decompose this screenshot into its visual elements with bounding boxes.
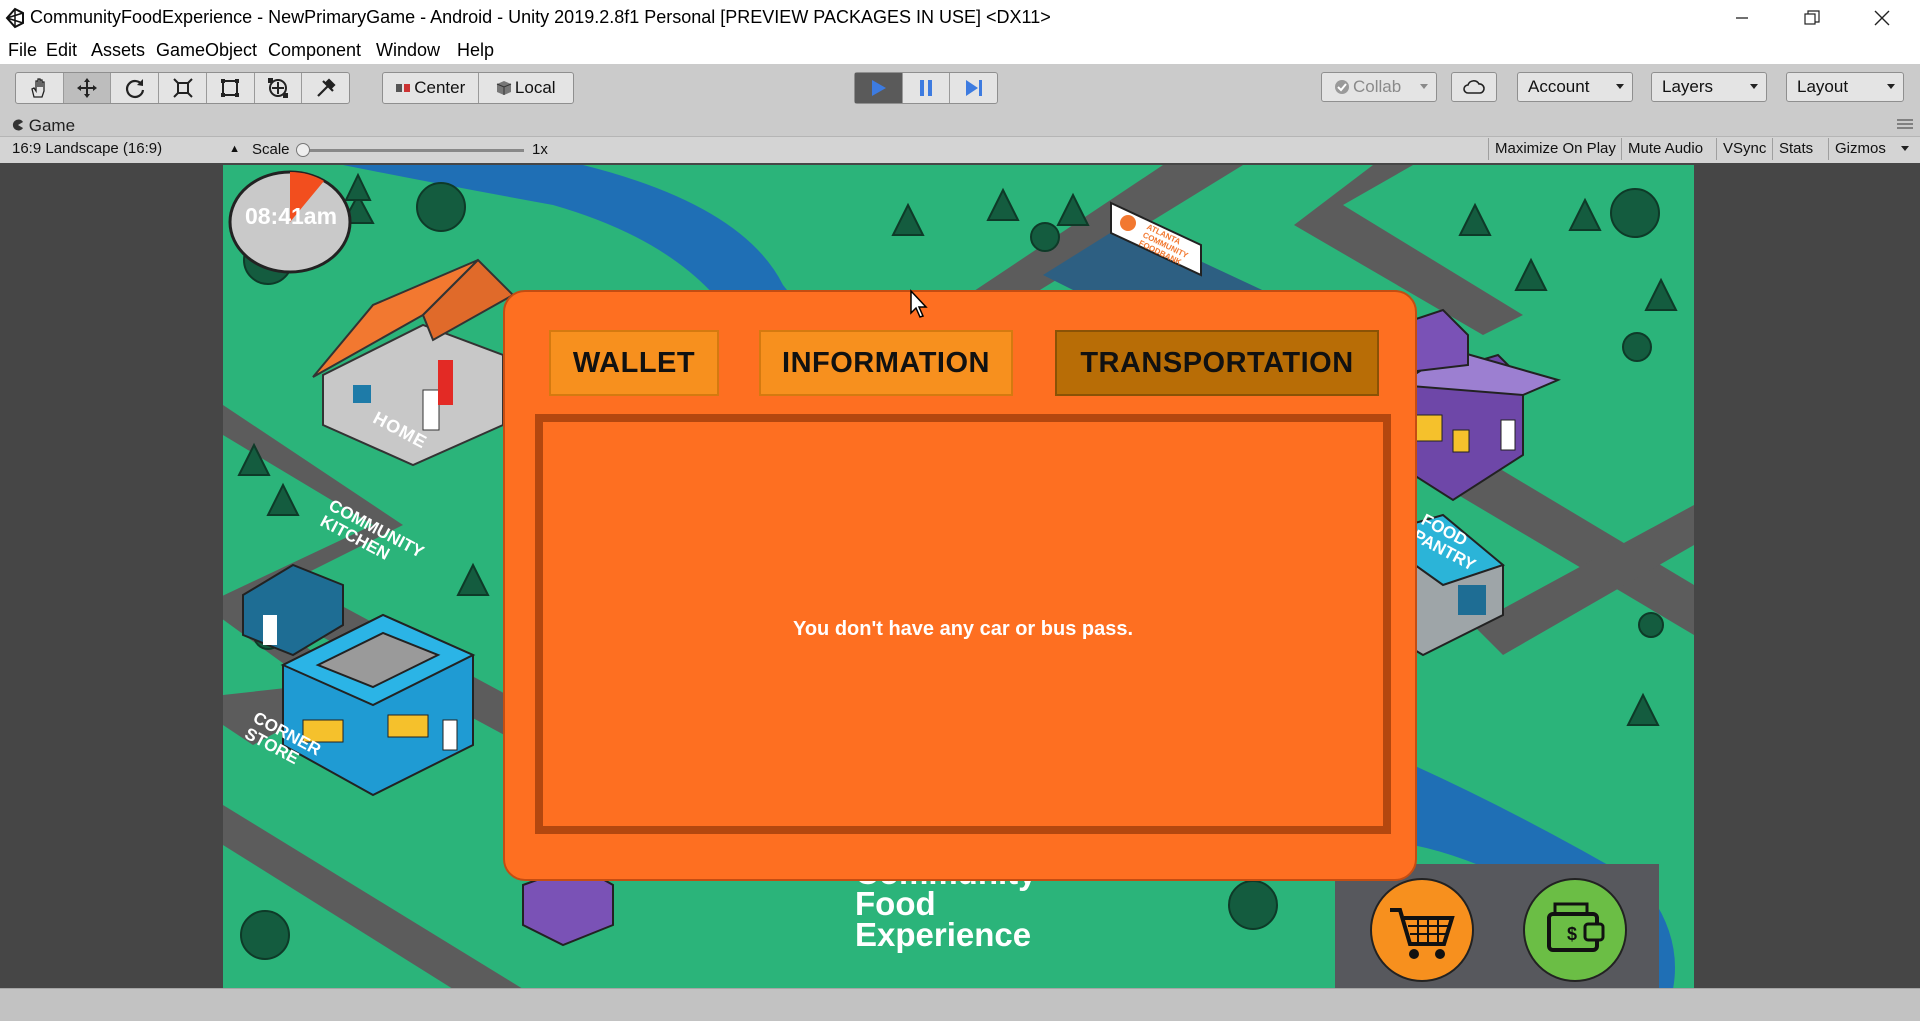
clock-time: 08:41am	[244, 203, 338, 229]
aspect-ratio-dropdown[interactable]: 16:9 Landscape (16:9) ▲▼	[6, 139, 248, 175]
move-tool-icon	[77, 78, 98, 98]
pivot-controls: Center Local	[382, 72, 574, 104]
play-icon	[872, 80, 887, 96]
tab-transportation[interactable]: TRANSPORTATION	[1055, 330, 1379, 396]
logo-line-3: Experience	[855, 916, 1032, 953]
gizmos-dropdown[interactable]: Gizmos	[1828, 138, 1911, 160]
wallet-button[interactable]: $	[1523, 878, 1627, 982]
restore-button[interactable]	[1778, 0, 1846, 36]
dialog-content-panel: You don't have any car or bus pass.	[535, 414, 1391, 834]
layout-label: Layout	[1797, 77, 1849, 96]
transform-tool-icon	[267, 78, 288, 98]
scale-label: Scale	[252, 141, 290, 158]
menu-help[interactable]: Help	[457, 40, 494, 61]
collab-dropdown-icon	[1420, 84, 1428, 89]
account-label: Account	[1528, 77, 1590, 96]
tab-information[interactable]: INFORMATION	[759, 330, 1013, 396]
layers-dropdown-icon	[1750, 84, 1758, 89]
layers-dropdown[interactable]: Layers	[1651, 72, 1767, 102]
local-cube-icon	[496, 81, 512, 95]
scale-slider-track[interactable]	[300, 149, 524, 152]
collab-button[interactable]: Collab	[1321, 72, 1437, 102]
rotate-tool-icon	[125, 79, 144, 99]
play-button[interactable]	[855, 73, 903, 103]
cloud-button[interactable]	[1451, 72, 1497, 102]
transportation-message: You don't have any car or bus pass.	[792, 618, 1134, 640]
account-dropdown[interactable]: Account	[1517, 72, 1633, 102]
layout-dropdown-icon	[1887, 84, 1895, 89]
custom-tool-icon	[316, 78, 336, 97]
game-tab[interactable]: Game	[12, 116, 75, 136]
cart-button[interactable]	[1370, 878, 1474, 982]
playmode-controls	[854, 72, 998, 104]
game-tab-label: Game	[28, 116, 76, 135]
svg-text:$: $	[1567, 924, 1577, 944]
rect-tool-icon	[221, 79, 240, 97]
unity-logo-icon	[5, 7, 24, 29]
transform-tools	[15, 72, 350, 104]
game-pacman-icon	[12, 119, 23, 131]
pivot-center-label: Center	[414, 78, 466, 97]
pivot-local-button[interactable]: Local	[479, 73, 574, 103]
stats-toggle[interactable]: Stats	[1772, 138, 1819, 160]
window-titlebar: CommunityFoodExperience - NewPrimaryGame…	[0, 0, 1920, 36]
collab-check-icon	[1335, 80, 1349, 94]
gizmos-dropdown-icon	[1901, 146, 1909, 151]
minimize-icon	[1736, 17, 1748, 19]
gizmos-label: Gizmos	[1835, 140, 1886, 157]
scale-tool-button[interactable]	[159, 73, 207, 103]
hand-tool-button[interactable]	[16, 73, 64, 103]
cloud-icon	[1463, 80, 1485, 94]
collab-label: Collab	[1353, 77, 1402, 96]
menu-gameobject[interactable]: GameObject	[156, 40, 257, 61]
menu-component[interactable]: Component	[268, 40, 361, 61]
minimize-button[interactable]	[1708, 0, 1776, 36]
game-tab-bar: Game	[0, 114, 1920, 136]
player-character	[438, 360, 453, 405]
step-icon	[965, 80, 982, 96]
menu-file[interactable]: File	[8, 40, 37, 61]
wallet-icon: $	[1547, 902, 1605, 952]
custom-tool-button[interactable]	[302, 73, 349, 103]
main-toolbar: Center Local Collab Account Layers Layou…	[0, 64, 1920, 115]
maximize-on-play-toggle[interactable]: Maximize On Play	[1488, 138, 1622, 160]
layout-dropdown[interactable]: Layout	[1786, 72, 1904, 102]
pause-icon	[920, 80, 932, 96]
window-title: CommunityFoodExperience - NewPrimaryGame…	[30, 7, 1051, 27]
menu-assets[interactable]: Assets	[91, 40, 145, 61]
restore-icon	[1804, 10, 1820, 25]
vsync-toggle[interactable]: VSync	[1716, 138, 1772, 160]
scale-tool-icon	[172, 78, 193, 98]
aspect-ratio-label: 16:9 Landscape (16:9)	[12, 140, 163, 157]
move-tool-button[interactable]	[63, 73, 112, 103]
game-view-controls: 16:9 Landscape (16:9) ▲▼ Scale 1x Maximi…	[0, 136, 1920, 175]
logo-line-2: Food	[855, 885, 936, 922]
hand-tool-icon	[31, 78, 46, 98]
menu-edit[interactable]: Edit	[46, 40, 77, 61]
scale-slider-handle[interactable]	[296, 143, 310, 157]
pivot-local-label: Local	[514, 78, 556, 97]
status-bar	[0, 988, 1920, 1021]
pause-button[interactable]	[903, 73, 951, 103]
menu-bar: File Edit Assets GameObject Component Wi…	[0, 36, 1920, 64]
account-dropdown-icon	[1616, 84, 1624, 89]
mouse-cursor-icon	[910, 289, 928, 318]
rect-tool-button[interactable]	[207, 73, 255, 103]
shopping-cart-icon	[1390, 908, 1455, 959]
close-button[interactable]	[1848, 0, 1916, 36]
rotate-tool-button[interactable]	[111, 73, 160, 103]
mute-audio-toggle[interactable]: Mute Audio	[1621, 138, 1709, 160]
scale-value: 1x	[532, 141, 548, 158]
info-dialog: WALLET INFORMATION TRANSPORTATION You do…	[503, 290, 1417, 881]
panel-menu-icon[interactable]	[1896, 118, 1914, 130]
layers-label: Layers	[1662, 77, 1714, 96]
transform-tool-button[interactable]	[255, 73, 303, 103]
step-button[interactable]	[950, 73, 997, 103]
close-icon	[1874, 10, 1890, 26]
pivot-center-button[interactable]: Center	[383, 73, 479, 103]
pivot-center-icon	[396, 84, 411, 92]
menu-window[interactable]: Window	[376, 40, 440, 61]
tab-wallet[interactable]: WALLET	[549, 330, 719, 396]
